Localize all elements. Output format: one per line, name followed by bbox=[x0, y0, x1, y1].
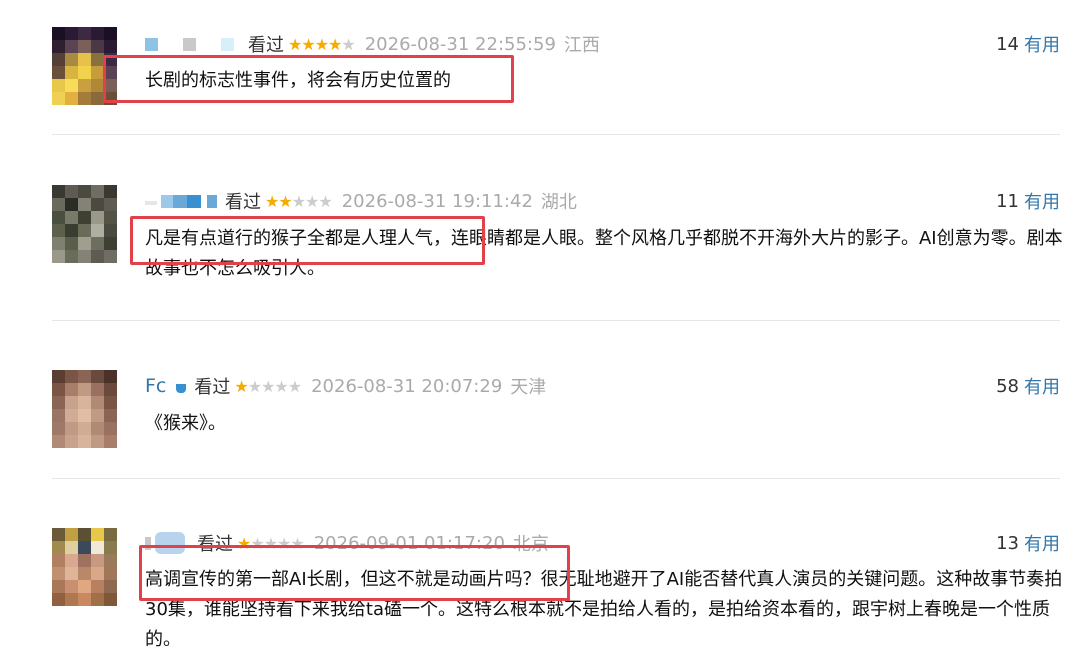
vote-count: 58 bbox=[996, 375, 1019, 397]
rating-stars: ★ ★ ★ ★ ★ bbox=[265, 191, 333, 211]
username-link[interactable] bbox=[145, 194, 217, 208]
watched-status: 看过 bbox=[225, 192, 261, 213]
username-link[interactable]: Fc bbox=[145, 375, 187, 397]
star-empty-icon: ★ bbox=[287, 376, 302, 396]
star-filled-icon: ★ bbox=[314, 34, 329, 54]
review-location: 湖北 bbox=[540, 192, 577, 213]
avatar[interactable] bbox=[52, 185, 117, 263]
star-empty-icon: ★ bbox=[247, 376, 262, 396]
useful-button[interactable]: 有用 bbox=[1024, 373, 1060, 399]
review-time: 2026-08-31 20:07:29 bbox=[311, 375, 503, 397]
rating-stars: ★ ★ ★ ★ ★ bbox=[288, 34, 356, 54]
star-empty-icon: ★ bbox=[291, 191, 306, 211]
star-filled-icon: ★ bbox=[265, 191, 279, 211]
review-time: 2026-08-31 22:55:59 bbox=[364, 33, 556, 55]
useful-button[interactable]: 有用 bbox=[1024, 188, 1060, 214]
review-content: 《猴来》。 bbox=[145, 413, 226, 434]
avatar[interactable] bbox=[52, 528, 117, 606]
watched-status: 看过 bbox=[248, 35, 284, 56]
divider bbox=[52, 320, 1060, 321]
vote-count: 11 bbox=[996, 190, 1019, 212]
star-filled-icon: ★ bbox=[328, 34, 342, 54]
vote-count: 14 bbox=[996, 33, 1019, 55]
highlight-box bbox=[130, 216, 485, 265]
vote-area: 11 有用 bbox=[996, 188, 1060, 214]
highlight-box bbox=[103, 55, 514, 103]
divider bbox=[52, 134, 1060, 135]
star-filled-icon: ★ bbox=[288, 34, 302, 54]
vote-area: 13 有用 bbox=[996, 530, 1060, 556]
divider bbox=[52, 478, 1060, 479]
star-filled-icon: ★ bbox=[278, 191, 292, 211]
review-meta: 看过 ★ ★ ★ ★ ★ 2026-08-31 19:11:42 湖北 bbox=[145, 188, 577, 214]
review-meta: Fc 看过 ★ ★ ★ ★ ★ 2026-08-31 20:07:29 天津 bbox=[145, 373, 546, 399]
username-text[interactable]: Fc bbox=[145, 375, 166, 397]
highlight-box bbox=[139, 545, 570, 601]
avatar[interactable] bbox=[52, 370, 117, 448]
review-meta: 看过 ★ ★ ★ ★ ★ 2026-08-31 22:55:59 江西 bbox=[145, 31, 600, 57]
vote-count: 13 bbox=[996, 532, 1019, 554]
star-empty-icon: ★ bbox=[341, 34, 355, 54]
useful-button[interactable]: 有用 bbox=[1024, 530, 1060, 556]
star-filled-icon: ★ bbox=[234, 376, 248, 396]
username-link[interactable] bbox=[145, 37, 240, 51]
star-empty-icon: ★ bbox=[261, 376, 275, 396]
review-location: 天津 bbox=[510, 377, 547, 398]
star-empty-icon: ★ bbox=[318, 191, 332, 211]
star-empty-icon: ★ bbox=[274, 376, 288, 396]
rating-stars: ★ ★ ★ ★ ★ bbox=[234, 376, 302, 396]
useful-button[interactable]: 有用 bbox=[1024, 31, 1060, 57]
review-location: 江西 bbox=[563, 35, 600, 56]
vote-area: 58 有用 bbox=[996, 373, 1060, 399]
watched-status: 看过 bbox=[194, 377, 231, 398]
review-time: 2026-08-31 19:11:42 bbox=[341, 190, 533, 212]
star-empty-icon: ★ bbox=[305, 191, 319, 211]
star-filled-icon: ★ bbox=[301, 34, 315, 54]
vote-area: 14 有用 bbox=[996, 31, 1060, 57]
